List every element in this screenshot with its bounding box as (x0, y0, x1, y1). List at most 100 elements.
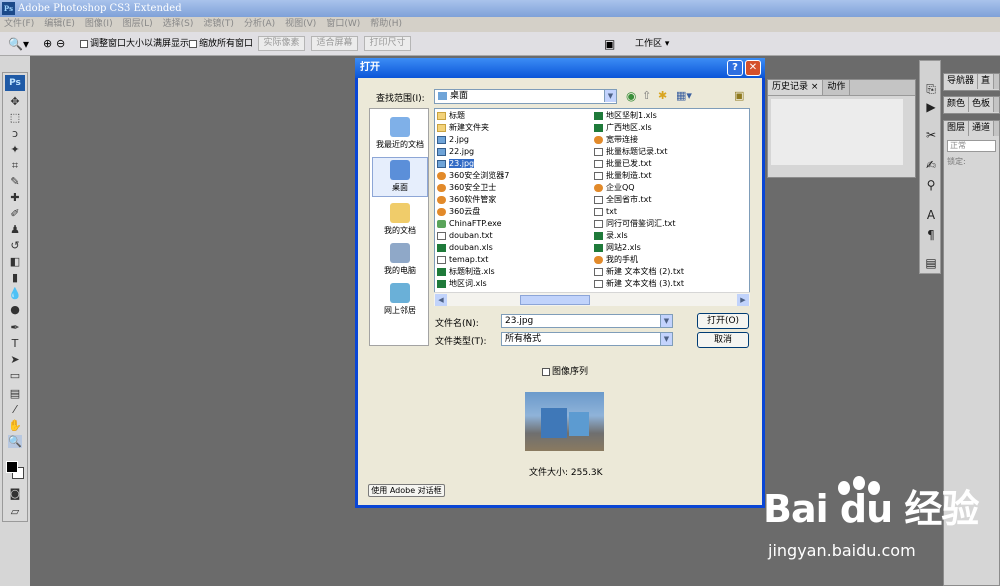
file-item[interactable]: 360云盘 (436, 206, 480, 218)
menu-file[interactable]: 文件(F) (4, 17, 34, 32)
cancel-button[interactable]: 取消 (697, 332, 749, 348)
menu-analysis[interactable]: 分析(A) (244, 17, 275, 32)
file-item[interactable]: 新建文件夹 (436, 122, 489, 134)
open-button[interactable]: 打开(O) (697, 313, 749, 329)
pen-tool-icon[interactable]: ✒ (8, 321, 22, 334)
hand-tool-icon[interactable]: ✋ (8, 419, 22, 432)
tab-histogram[interactable]: 直 (978, 74, 995, 89)
brushes-panel-icon[interactable]: ✍ (923, 157, 939, 173)
dodge-tool-icon[interactable]: ● (8, 303, 22, 316)
file-item[interactable]: 23.jpg (436, 158, 475, 170)
place-my-documents[interactable]: 我的文档 (372, 201, 428, 241)
tab-actions[interactable]: 动作 (823, 80, 851, 95)
file-item[interactable]: 地区坚制1.xls (593, 110, 657, 122)
shape-tool-icon[interactable]: ▭ (8, 369, 22, 382)
adobe-dialog-button[interactable]: 使用 Adobe 对话框 (368, 484, 445, 497)
tab-color[interactable]: 颜色 (944, 97, 970, 112)
blend-mode-select[interactable]: 正常 (947, 140, 996, 152)
up-folder-icon[interactable]: ⇧ (642, 89, 651, 102)
foreground-color-swatch[interactable] (6, 461, 18, 473)
actual-pixels-button[interactable]: 实际像素 (258, 36, 305, 51)
menu-image[interactable]: 图像(I) (85, 17, 113, 32)
screen-mode-icon[interactable]: ▱ (8, 505, 22, 518)
file-item[interactable]: 360软件管家 (436, 194, 496, 206)
file-item[interactable]: txt (593, 206, 617, 218)
menu-layer[interactable]: 图层(L) (123, 17, 153, 32)
actions-panel-icon[interactable]: ▶ (923, 99, 939, 115)
file-item[interactable]: 标题 (436, 110, 465, 122)
view-menu-icon[interactable]: ▦▾ (676, 89, 692, 102)
file-list[interactable]: 标题 新建文件夹 2.jpg 22.jpg 23.jpg 360安全浏览器7 360安全卫士… (434, 108, 750, 306)
scrollbar-thumb[interactable] (520, 295, 590, 305)
marquee-tool-icon[interactable]: ⬚ (8, 111, 22, 124)
scroll-right-icon[interactable]: ▶ (737, 294, 749, 306)
file-item[interactable]: 网站2.xls (593, 242, 641, 254)
quick-mask-icon[interactable]: ◙ (8, 487, 22, 500)
move-tool-icon[interactable]: ✥ (8, 95, 22, 108)
zoom-tool-icon[interactable]: 🔍▾ (8, 37, 29, 51)
new-folder-icon[interactable]: ✱ (658, 89, 667, 102)
eraser-tool-icon[interactable]: ◧ (8, 255, 22, 268)
file-item[interactable]: 标题制造.xls (436, 266, 495, 278)
fit-screen-button[interactable]: 适合屏幕 (311, 36, 358, 51)
place-network[interactable]: 网上邻居 (372, 281, 428, 321)
file-item[interactable]: 录.xls (593, 230, 628, 242)
file-item[interactable]: 360安全卫士 (436, 182, 496, 194)
help-icon[interactable]: ? (727, 60, 743, 76)
print-size-button[interactable]: 打印尺寸 (364, 36, 411, 51)
zoom-all-checkbox[interactable]: 缩放所有窗口 (189, 37, 253, 51)
scroll-left-icon[interactable]: ◀ (435, 294, 447, 306)
tab-layers[interactable]: 图层 (944, 121, 970, 136)
workspace-menu[interactable]: 工作区 ▾ (635, 37, 669, 51)
place-recent[interactable]: 我最近的文档 (372, 115, 428, 155)
clone-source-icon[interactable]: ⚲ (923, 177, 939, 193)
path-select-icon[interactable]: ➤ (8, 353, 22, 366)
character-panel-icon[interactable]: A (923, 207, 939, 223)
menu-window[interactable]: 窗口(W) (326, 17, 360, 32)
look-in-select[interactable]: 桌面 ▼ (434, 89, 617, 104)
history-panel-icon[interactable]: ⎘ (923, 81, 939, 97)
paragraph-panel-icon[interactable]: ¶ (923, 227, 939, 243)
menu-help[interactable]: 帮助(H) (370, 17, 402, 32)
magic-wand-icon[interactable]: ✦ (8, 143, 22, 156)
palette-well-icon[interactable]: ▣ (604, 37, 615, 51)
file-item[interactable]: 新建 文本文档 (3).txt (593, 278, 684, 290)
place-desktop[interactable]: 桌面 (372, 157, 428, 197)
resize-windows-checkbox[interactable]: 调整窗口大小以满屏显示 (80, 37, 189, 51)
file-item[interactable]: 同行可借鉴词汇.txt (593, 218, 676, 230)
eyedropper-tool-icon[interactable]: ✎ (8, 175, 22, 188)
back-icon[interactable]: ◉ (626, 89, 636, 103)
file-item[interactable]: 新建 文本文档 (2).txt (593, 266, 684, 278)
file-item[interactable]: 2.jpg (436, 134, 469, 146)
file-item[interactable]: 企业QQ (593, 182, 635, 194)
menu-filter[interactable]: 滤镜(T) (203, 17, 234, 32)
clone-stamp-icon[interactable]: ♟ (8, 223, 22, 236)
image-sequence-checkbox[interactable]: 图像序列 (542, 364, 588, 377)
zoom-out-icon[interactable]: ⊖ (56, 37, 65, 51)
file-item[interactable]: 360安全浏览器7 (436, 170, 509, 182)
file-item[interactable]: 我的手机 (593, 254, 638, 266)
history-brush-icon[interactable]: ↺ (8, 239, 22, 252)
healing-brush-icon[interactable]: ✚ (8, 191, 22, 204)
crop-tool-icon[interactable]: ⌗ (8, 159, 22, 172)
zoom-tool-button-icon[interactable]: 🔍 (8, 435, 22, 448)
lasso-tool-icon[interactable]: ↄ (8, 127, 22, 140)
menu-select[interactable]: 选择(S) (163, 17, 194, 32)
gradient-tool-icon[interactable]: ▮ (8, 271, 22, 284)
tab-channels[interactable]: 通道 (969, 121, 995, 136)
notes-tool-icon[interactable]: ▤ (8, 387, 22, 400)
filetype-select[interactable]: 所有格式 ▼ (501, 332, 673, 346)
close-icon[interactable]: ✕ (745, 60, 761, 76)
place-my-computer[interactable]: 我的电脑 (372, 241, 428, 281)
file-item[interactable]: 22.jpg (436, 146, 474, 158)
file-item[interactable]: douban.xls (436, 242, 493, 254)
brush-tool-icon[interactable]: ✐ (8, 207, 22, 220)
file-item[interactable]: 地区词.xls (436, 278, 487, 290)
file-list-scrollbar[interactable]: ◀ ▶ (434, 292, 750, 306)
type-tool-icon[interactable]: T (8, 337, 22, 350)
tool-presets-icon[interactable]: ✂ (923, 127, 939, 143)
filename-input[interactable]: 23.jpg ▼ (501, 314, 673, 328)
zoom-in-icon[interactable]: ⊕ (43, 37, 52, 51)
file-item[interactable]: 广西地区.xls (593, 122, 652, 134)
tab-history[interactable]: 历史记录 × (768, 80, 824, 95)
